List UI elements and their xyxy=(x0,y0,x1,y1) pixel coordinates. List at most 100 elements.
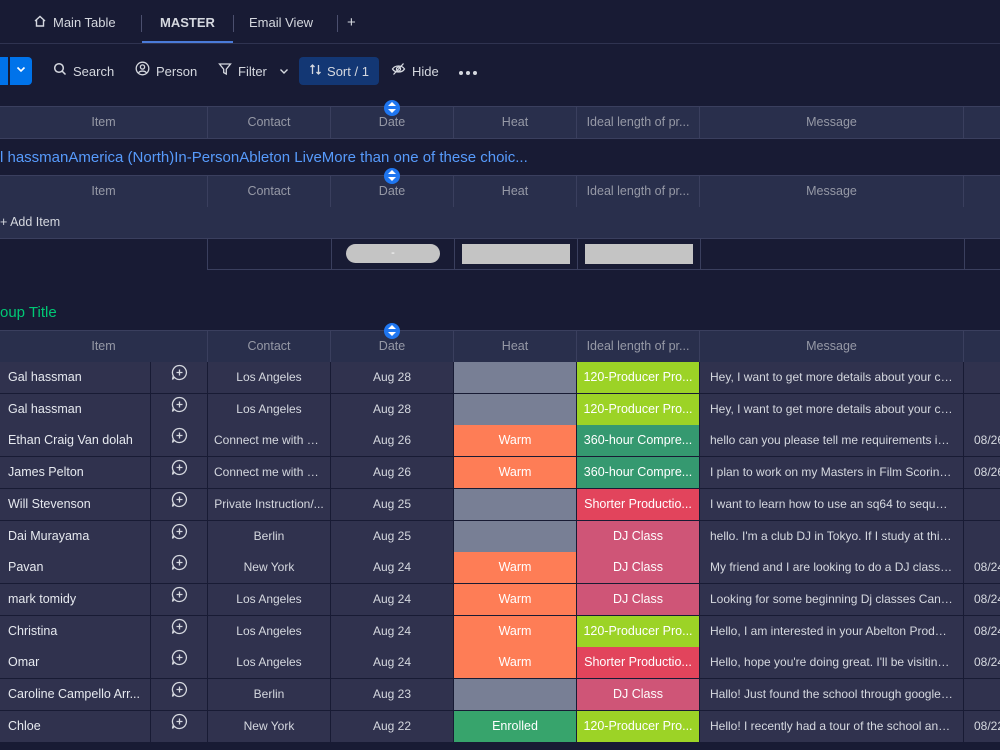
add-update-icon[interactable] xyxy=(171,584,188,615)
message-cell[interactable]: Looking for some beginning Dj classes Ca… xyxy=(699,583,963,615)
item-name-cell[interactable]: Chloe xyxy=(0,711,150,742)
heat-status-cell[interactable] xyxy=(453,488,576,520)
extra-date-cell[interactable]: 08/24 xyxy=(963,647,1000,679)
extra-date-cell[interactable]: 08/22 xyxy=(963,710,1000,742)
contact-cell[interactable]: Los Angeles xyxy=(207,615,330,647)
ideal-length-status-cell[interactable]: 120-Producer Pro... xyxy=(576,362,699,393)
add-update-icon[interactable] xyxy=(171,425,188,456)
message-cell[interactable]: hello. I'm a club DJ in Tokyo. If I stud… xyxy=(699,520,963,552)
message-cell[interactable]: Hello! I recently had a tour of the scho… xyxy=(699,710,963,742)
item-name-cell[interactable]: Pavan xyxy=(0,552,150,583)
table-row[interactable]: Dai Murayama Berlin Aug 25 DJ Class hello. I… xyxy=(0,520,1000,553)
contact-cell[interactable]: Connect me with G... xyxy=(207,457,330,489)
add-item-row[interactable]: + Add Item xyxy=(0,207,1000,239)
extra-date-cell[interactable] xyxy=(963,488,1000,520)
table-row[interactable]: James Pelton Connect me with G... Aug 26 Wa… xyxy=(0,457,1000,490)
person-filter-button[interactable]: Person xyxy=(135,60,197,84)
contact-cell[interactable]: New York xyxy=(207,710,330,742)
date-cell[interactable]: Aug 26 xyxy=(330,457,453,489)
add-update-cell[interactable] xyxy=(150,393,207,425)
column-header-contact[interactable]: Contact xyxy=(207,176,330,207)
add-update-cell[interactable] xyxy=(150,457,207,489)
add-update-cell[interactable] xyxy=(150,583,207,615)
message-cell[interactable]: Hallo! Just found the school through goo… xyxy=(699,679,963,710)
extra-date-cell[interactable] xyxy=(963,362,1000,393)
add-update-cell[interactable] xyxy=(150,520,207,552)
item-name-cell[interactable]: Christina xyxy=(0,616,150,647)
column-header-extra[interactable] xyxy=(963,176,1000,207)
extra-date-cell[interactable] xyxy=(963,393,1000,425)
message-cell[interactable]: I want to learn how to use an sq64 to se… xyxy=(699,488,963,520)
extra-date-cell[interactable]: 08/26 xyxy=(963,425,1000,457)
date-cell[interactable]: Aug 25 xyxy=(330,520,453,552)
contact-cell[interactable]: Los Angeles xyxy=(207,647,330,679)
heat-status-cell[interactable] xyxy=(453,679,576,710)
column-header-item[interactable]: Item xyxy=(0,107,207,138)
table-row[interactable]: Pavan New York Aug 24 Warm DJ Class My friend… xyxy=(0,552,1000,585)
add-update-icon[interactable] xyxy=(171,489,188,520)
heat-status-cell[interactable]: Warm xyxy=(453,583,576,615)
item-name-cell[interactable]: Gal hassman xyxy=(0,394,150,425)
heat-status-cell[interactable] xyxy=(453,520,576,552)
message-cell[interactable]: My friend and I are looking to do a DJ c… xyxy=(699,552,963,584)
message-cell[interactable]: Hello, I am interested in your Abelton P… xyxy=(699,615,963,647)
column-header-message[interactable]: Message xyxy=(699,107,963,138)
add-update-cell[interactable] xyxy=(150,488,207,520)
contact-cell[interactable]: Los Angeles xyxy=(207,362,330,393)
column-header-message[interactable]: Message xyxy=(699,331,963,362)
add-update-cell[interactable] xyxy=(150,552,207,584)
extra-date-cell[interactable] xyxy=(963,679,1000,710)
add-update-icon[interactable] xyxy=(171,394,188,425)
table-row[interactable]: Gal hassman Los Angeles Aug 28 120-Producer… xyxy=(0,393,1000,426)
item-name-cell[interactable]: Caroline Campello Arr... xyxy=(0,679,150,710)
heat-status-cell[interactable]: Warm xyxy=(453,457,576,489)
add-update-cell[interactable] xyxy=(150,362,207,393)
column-header-ideal-length[interactable]: Ideal length of pr... xyxy=(576,107,699,138)
table-row[interactable]: Christina Los Angeles Aug 24 Warm 120-Produc… xyxy=(0,615,1000,648)
add-update-cell[interactable] xyxy=(150,647,207,679)
contact-cell[interactable]: New York xyxy=(207,552,330,584)
add-item-label[interactable]: + Add Item xyxy=(0,207,60,237)
column-header-extra[interactable] xyxy=(963,107,1000,138)
contact-cell[interactable]: Los Angeles xyxy=(207,393,330,425)
column-header-ideal-length[interactable]: Ideal length of pr... xyxy=(576,331,699,362)
extra-date-cell[interactable]: 08/24 xyxy=(963,552,1000,584)
column-header-ideal-length[interactable]: Ideal length of pr... xyxy=(576,176,699,207)
ideal-length-status-cell[interactable]: 120-Producer Pro... xyxy=(576,615,699,647)
add-update-icon[interactable] xyxy=(171,711,188,742)
column-header-heat[interactable]: Heat xyxy=(453,107,576,138)
extra-date-cell[interactable]: 08/26 xyxy=(963,457,1000,489)
contact-cell[interactable]: Private Instruction/... xyxy=(207,488,330,520)
ideal-length-status-cell[interactable]: DJ Class xyxy=(576,679,699,710)
extra-date-cell[interactable]: 08/24 xyxy=(963,615,1000,647)
table-row[interactable]: mark tomidy Los Angeles Aug 24 Warm DJ Class… xyxy=(0,583,1000,616)
add-update-icon[interactable] xyxy=(171,647,188,678)
item-name-cell[interactable]: mark tomidy xyxy=(0,584,150,615)
add-update-cell[interactable] xyxy=(150,679,207,710)
date-cell[interactable]: Aug 28 xyxy=(330,362,453,393)
ideal-length-status-cell[interactable]: Shorter Productio... xyxy=(576,488,699,520)
ideal-length-summary-bar[interactable] xyxy=(585,244,693,264)
table-row[interactable]: Caroline Campello Arr... Berlin Aug 23 DJ C… xyxy=(0,679,1000,711)
table-row[interactable]: Ethan Craig Van dolah Connect me with G..… xyxy=(0,425,1000,458)
table-row[interactable]: Gal hassman Los Angeles Aug 28 120-Producer… xyxy=(0,362,1000,394)
tab-main-table[interactable]: Main Table xyxy=(33,0,116,43)
item-name-cell[interactable]: Gal hassman xyxy=(0,362,150,393)
ideal-length-status-cell[interactable]: DJ Class xyxy=(576,520,699,552)
table-row[interactable]: Will Stevenson Private Instruction/... Aug… xyxy=(0,488,1000,521)
item-name-cell[interactable]: Will Stevenson xyxy=(0,489,150,520)
item-name-cell[interactable]: Omar xyxy=(0,647,150,678)
add-update-cell[interactable] xyxy=(150,710,207,742)
column-header-item[interactable]: Item xyxy=(0,331,207,362)
column-header-contact[interactable]: Contact xyxy=(207,331,330,362)
column-header-message[interactable]: Message xyxy=(699,176,963,207)
ideal-length-status-cell[interactable]: 360-hour Compre... xyxy=(576,425,699,457)
contact-cell[interactable]: Berlin xyxy=(207,679,330,710)
ideal-length-status-cell[interactable]: 360-hour Compre... xyxy=(576,457,699,489)
date-cell[interactable]: Aug 24 xyxy=(330,647,453,679)
new-item-dropdown-button[interactable] xyxy=(10,57,32,85)
filter-button[interactable]: Filter xyxy=(218,60,289,84)
search-button[interactable]: Search xyxy=(53,60,114,84)
sort-button[interactable]: Sort / 1 xyxy=(299,57,379,85)
ideal-length-status-cell[interactable]: Shorter Productio... xyxy=(576,647,699,679)
